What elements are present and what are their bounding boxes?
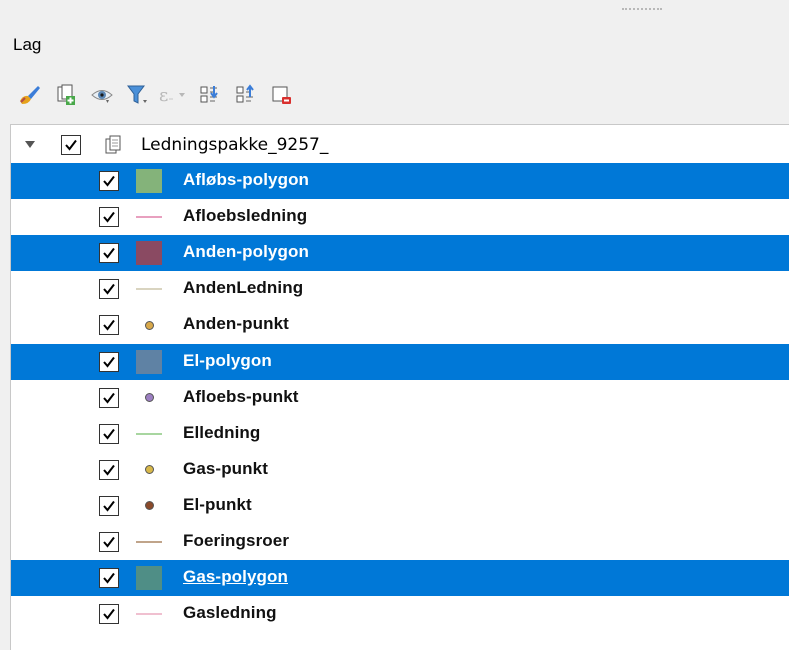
- layer-row[interactable]: Afloebsledning: [11, 199, 789, 235]
- layer-label: Anden-polygon: [183, 242, 309, 262]
- group-checkbox[interactable]: [61, 135, 81, 155]
- layer-row[interactable]: Anden-punkt: [11, 307, 789, 343]
- filter-funnel-icon: [125, 83, 151, 107]
- layer-checkbox[interactable]: [99, 315, 119, 336]
- svg-text:ε: ε: [159, 85, 168, 106]
- remove-layer-icon: [270, 83, 294, 107]
- line-symbol-icon: [136, 422, 162, 446]
- layer-label: El-polygon: [183, 350, 272, 370]
- layer-row[interactable]: Afloebs-punkt: [11, 380, 789, 416]
- layer-checkbox[interactable]: [99, 459, 119, 480]
- add-group-icon: [54, 83, 78, 107]
- layer-row[interactable]: AndenLedning: [11, 271, 789, 307]
- layer-group-row[interactable]: Ledningspakke_9257_: [11, 127, 789, 163]
- expression-epsilon-icon: ε: [157, 83, 191, 107]
- panel-drag-grip[interactable]: [622, 8, 662, 11]
- layer-checkbox[interactable]: [99, 387, 119, 408]
- point-symbol-icon: [136, 458, 162, 482]
- layer-group-label: Ledningspakke_9257_: [141, 135, 329, 155]
- layer-checkbox[interactable]: [99, 495, 119, 516]
- layer-row[interactable]: Gasledning: [11, 596, 789, 632]
- layer-label: El-punkt: [183, 494, 252, 514]
- layer-checkbox[interactable]: [99, 423, 119, 444]
- polygon-symbol-icon: [136, 241, 162, 266]
- layer-checkbox[interactable]: [99, 207, 119, 228]
- polygon-symbol-icon: [136, 566, 162, 591]
- point-symbol-icon: [136, 313, 162, 337]
- expand-all-icon: [198, 83, 222, 107]
- layer-row[interactable]: El-punkt: [11, 488, 789, 524]
- layer-row[interactable]: Foeringsroer: [11, 524, 789, 560]
- layer-checkbox[interactable]: [99, 243, 119, 264]
- layer-checkbox[interactable]: [99, 532, 119, 552]
- line-symbol-icon: [136, 530, 162, 554]
- remove-layer-button[interactable]: [264, 78, 300, 112]
- style-brush-button[interactable]: [12, 78, 48, 112]
- layer-tree[interactable]: Ledningspakke_9257_ Afløbs-polygon Afloeb…: [10, 124, 789, 650]
- manage-visibility-button[interactable]: [84, 78, 120, 112]
- layer-label: Gas-punkt: [183, 458, 268, 478]
- point-symbol-icon: [136, 386, 162, 410]
- layer-label: Foeringsroer: [183, 531, 290, 550]
- eye-icon: [89, 83, 115, 107]
- layer-checkbox[interactable]: [99, 351, 119, 372]
- filter-legend-button[interactable]: [120, 78, 156, 112]
- layer-checkbox[interactable]: [99, 568, 119, 589]
- layer-row[interactable]: Elledning: [11, 416, 789, 452]
- layer-row[interactable]: Gas-punkt: [11, 452, 789, 488]
- collapse-all-icon: [234, 83, 258, 107]
- layer-row[interactable]: Afløbs-polygon: [11, 163, 789, 199]
- point-symbol-icon: [136, 494, 162, 518]
- layer-label: Gas-polygon: [183, 567, 288, 587]
- polygon-symbol-icon: [136, 349, 162, 374]
- add-group-button[interactable]: [48, 78, 84, 112]
- layer-checkbox[interactable]: [99, 604, 119, 625]
- collapse-all-button[interactable]: [228, 78, 264, 112]
- layer-label: AndenLedning: [183, 278, 304, 298]
- paint-brush-icon: [17, 83, 43, 107]
- layers-toolbar: ε: [12, 78, 300, 112]
- layer-label: Gasledning: [183, 603, 277, 623]
- layer-label: Afløbs-polygon: [183, 170, 310, 189]
- layer-checkbox[interactable]: [99, 171, 119, 191]
- filter-expression-button[interactable]: ε: [156, 78, 192, 112]
- line-symbol-icon: [136, 205, 162, 229]
- layer-row[interactable]: El-polygon: [11, 343, 789, 380]
- expand-all-button[interactable]: [192, 78, 228, 112]
- line-symbol-icon: [136, 602, 162, 626]
- layer-checkbox[interactable]: [99, 279, 119, 300]
- layer-row[interactable]: Anden-polygon: [11, 235, 789, 272]
- panel-title: Lag: [13, 35, 42, 54]
- line-symbol-icon: [136, 277, 162, 301]
- polygon-symbol-icon: [136, 169, 162, 193]
- layer-label: Anden-punkt: [183, 314, 289, 334]
- layer-label: Elledning: [183, 422, 261, 442]
- layer-label: Afloebsledning: [183, 206, 308, 226]
- layer-group-icon: [103, 134, 125, 161]
- layer-row[interactable]: Gas-polygon: [11, 560, 789, 597]
- expand-arrow-icon[interactable]: [25, 141, 35, 148]
- layer-label: Afloebs-punkt: [183, 386, 299, 406]
